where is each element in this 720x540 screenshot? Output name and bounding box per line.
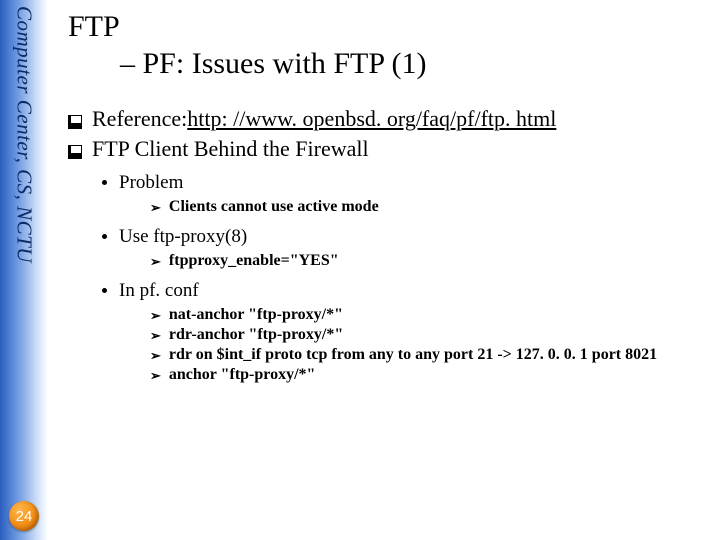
triangle-bullet-icon: ➢ (150, 201, 161, 214)
pfconf-line-a: ➢ nat-anchor "ftp-proxy/*" (150, 306, 702, 324)
triangle-bullet-icon: ➢ (150, 369, 161, 382)
sub-problem-text: Problem (119, 172, 183, 194)
level1-bullets: Reference: http: //www. openbsd. org/faq… (68, 106, 702, 162)
pfconf-b-text: rdr-anchor "ftp-proxy/*" (169, 326, 343, 344)
sub-problem-detail: ➢ Clients cannot use active mode (150, 198, 702, 216)
triangle-bullet-icon: ➢ (150, 255, 161, 268)
sub-use-proxy-detail: ➢ ftpproxy_enable="YES" (150, 252, 702, 270)
sub-in-pfconf-text: In pf. conf (119, 280, 199, 302)
level3-bullets: ➢ ftpproxy_enable="YES" (68, 252, 702, 270)
sub-problem: Problem (102, 172, 702, 194)
page-number-value: 24 (16, 508, 33, 525)
level3-bullets: ➢ Clients cannot use active mode (68, 198, 702, 216)
triangle-bullet-icon: ➢ (150, 309, 161, 322)
level3-bullets: ➢ nat-anchor "ftp-proxy/*" ➢ rdr-anchor … (68, 306, 702, 384)
disc-bullet-icon (102, 180, 107, 185)
bullet-client-firewall: FTP Client Behind the Firewall (68, 136, 702, 162)
reference-link[interactable]: http: //www. openbsd. org/faq/pf/ftp. ht… (187, 106, 556, 132)
reference-label: Reference: (92, 106, 187, 132)
sub-use-proxy: Use ftp-proxy(8) (102, 226, 702, 248)
pfconf-c-text: rdr on $int_if proto tcp from any to any… (169, 346, 657, 364)
square-bullet-icon (68, 115, 82, 129)
sub-in-pfconf: In pf. conf (102, 280, 702, 302)
sub-use-proxy-detail-text: ftpproxy_enable="YES" (169, 252, 339, 270)
left-gradient-sidebar: Computer Center, CS, NCTU (0, 0, 48, 540)
page-number-badge: 24 (9, 501, 39, 531)
sidebar-affiliation-text: Computer Center, CS, NCTU (12, 6, 37, 263)
square-bullet-icon (68, 145, 82, 159)
triangle-bullet-icon: ➢ (150, 329, 161, 342)
pfconf-a-text: nat-anchor "ftp-proxy/*" (169, 306, 343, 324)
sub-problem-detail-text: Clients cannot use active mode (169, 198, 379, 216)
disc-bullet-icon (102, 288, 107, 293)
bullet-reference: Reference: http: //www. openbsd. org/faq… (68, 106, 702, 132)
pfconf-line-c: ➢ rdr on $int_if proto tcp from any to a… (150, 346, 702, 364)
slide-title-line2: – PF: Issues with FTP (1) (120, 47, 702, 80)
slide-content: FTP – PF: Issues with FTP (1) Reference:… (68, 10, 702, 386)
pfconf-line-b: ➢ rdr-anchor "ftp-proxy/*" (150, 326, 702, 344)
client-firewall-text: FTP Client Behind the Firewall (92, 136, 369, 162)
slide-page: Computer Center, CS, NCTU 24 FTP – PF: I… (0, 0, 720, 540)
level2-bullets: Problem ➢ Clients cannot use active mode… (68, 172, 702, 384)
sub-use-proxy-text: Use ftp-proxy(8) (119, 226, 247, 248)
triangle-bullet-icon: ➢ (150, 349, 161, 362)
disc-bullet-icon (102, 234, 107, 239)
pfconf-line-d: ➢ anchor "ftp-proxy/*" (150, 366, 702, 384)
pfconf-d-text: anchor "ftp-proxy/*" (169, 366, 316, 384)
slide-title-line1: FTP (68, 10, 702, 43)
